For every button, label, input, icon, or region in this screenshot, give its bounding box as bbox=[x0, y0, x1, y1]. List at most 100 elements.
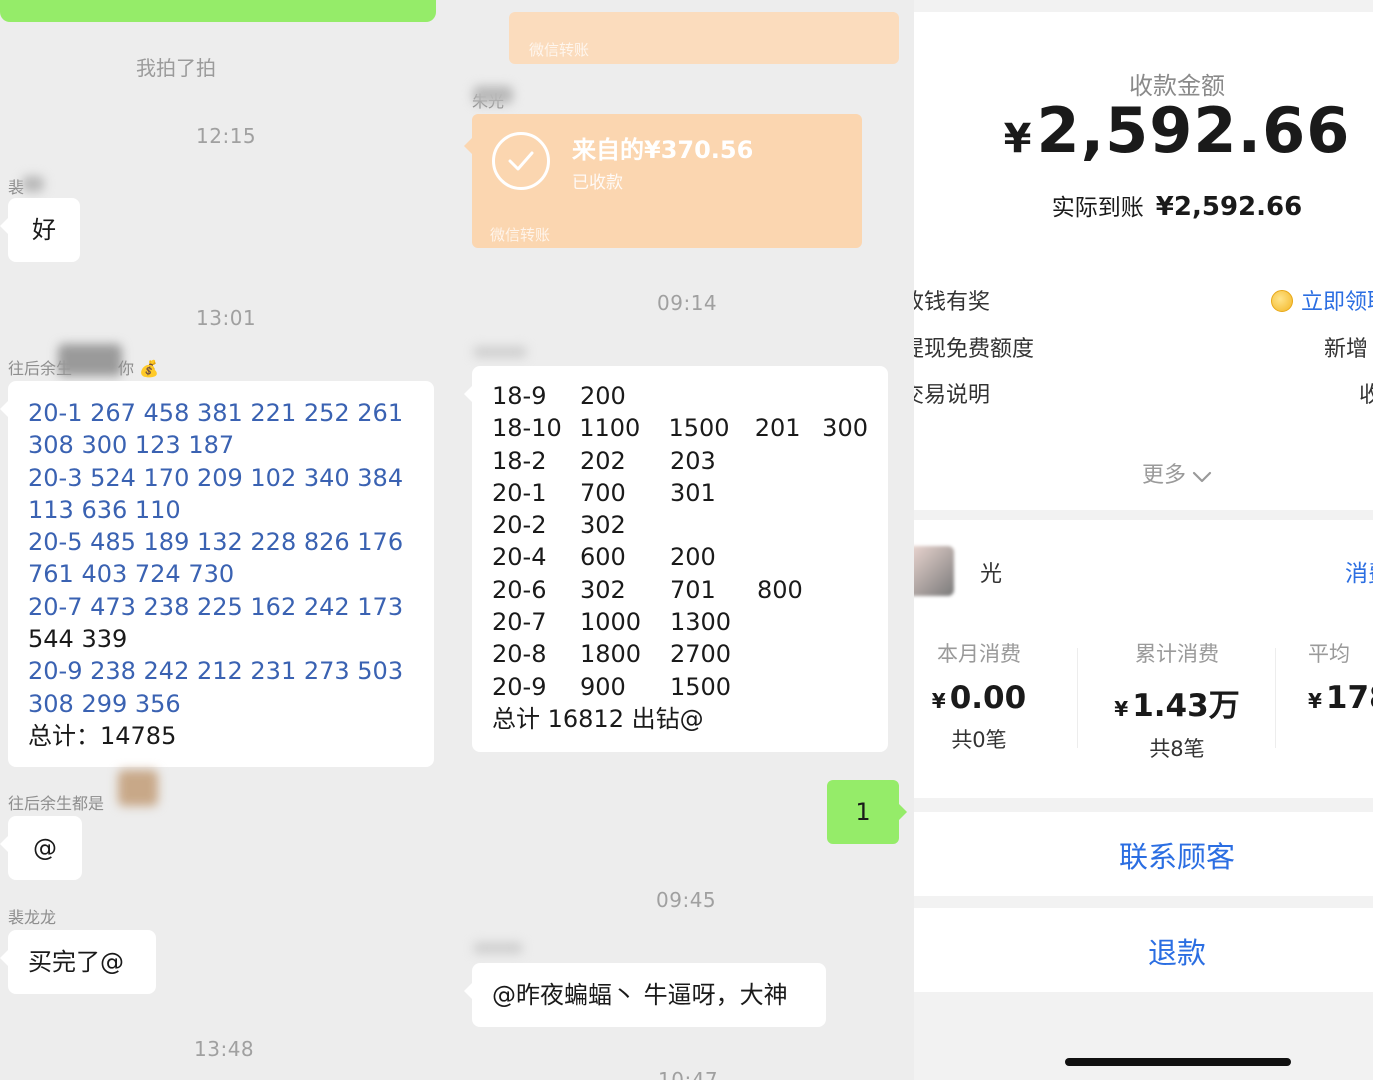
message-bubble[interactable]: @昨夜蝙蝠丶 牛逼呀，大神 bbox=[464, 963, 826, 1027]
list-line: 20-7 473 238 225 162 242 173 bbox=[28, 592, 404, 621]
message-text: 好 bbox=[32, 216, 56, 244]
grid-cell: 701 bbox=[670, 575, 716, 604]
list-line: 761 403 724 730 bbox=[28, 560, 235, 589]
grid-cell: 1300 bbox=[670, 608, 732, 637]
consumption-record-link[interactable]: 消费 bbox=[1345, 554, 1373, 588]
grid-cell: 600 bbox=[580, 543, 626, 572]
arrival-label: 实际到账 bbox=[1051, 195, 1144, 221]
grid-row: 18-9 200 bbox=[492, 380, 868, 412]
grid-row: 20-2 302 bbox=[492, 509, 868, 541]
payment-detail-panel: 收款金额 ¥2,592.66 实际到账¥2,592.66 收钱有奖 立即领取1 … bbox=[914, 0, 1373, 1080]
info-row-reward[interactable]: 收钱有奖 立即领取1 bbox=[914, 284, 1373, 316]
sender-suffix-text: 你 bbox=[118, 359, 135, 378]
message-text: 买完了@ bbox=[28, 948, 124, 976]
timestamp: 09:14 bbox=[657, 291, 718, 315]
grid-row: 20-6 302 701 800 bbox=[492, 574, 868, 606]
grid-cell: 201 bbox=[754, 414, 801, 443]
number-list: 20-1 267 458 381 221 252 261 308 300 123 … bbox=[8, 381, 434, 768]
grid-cell: 18-2 bbox=[492, 446, 547, 475]
stat-value: ¥1.43万 bbox=[1077, 680, 1277, 725]
grid-cell: 300 bbox=[822, 414, 868, 443]
amount-value: 2,592.66 bbox=[1036, 94, 1351, 167]
grid-row: 20-8 1800 2700 bbox=[492, 638, 868, 670]
grid-cell: 202 bbox=[580, 446, 626, 475]
currency-symbol: ¥ bbox=[1003, 116, 1033, 162]
grid-cell: 18-10 bbox=[492, 414, 562, 443]
grid-total: 总计 16812 出钻@ bbox=[492, 704, 704, 733]
left-chat-panel: 我拍了拍 12:15 裴 好 13:01 往后余生 你 💰 20-1 267 4… bbox=[0, 0, 457, 1080]
info-key: 收钱有奖 bbox=[914, 290, 991, 315]
grid-row: 20-4 600 200 bbox=[492, 541, 868, 573]
grid-cell: 1500 bbox=[668, 414, 730, 443]
message-bubble[interactable]: 好 bbox=[0, 198, 80, 262]
number-list-message[interactable]: 20-1 267 458 381 221 252 261 308 300 123 … bbox=[0, 381, 434, 768]
stat-label: 本月消费 bbox=[937, 642, 1021, 666]
home-indicator[interactable] bbox=[1065, 1058, 1291, 1066]
sender-name: 往后余生都是 bbox=[8, 794, 105, 813]
timestamp: 10:47 bbox=[658, 1068, 719, 1080]
more-button[interactable]: 更多 bbox=[914, 457, 1373, 489]
grid-row: 18-2 202 203 bbox=[492, 445, 868, 477]
arrival-value: ¥2,592.66 bbox=[1155, 192, 1303, 222]
message-bubble[interactable]: 买完了@ bbox=[0, 930, 156, 994]
grid-row: 20-7 1000 1300 bbox=[492, 606, 868, 638]
grid-cell: 2700 bbox=[670, 640, 732, 669]
money-bag-icon: 💰 bbox=[139, 359, 160, 378]
grid-cell: 20-8 bbox=[492, 640, 547, 669]
grid-cell: 200 bbox=[580, 382, 626, 410]
grid-cell: 302 bbox=[580, 511, 626, 540]
stat-month: 本月消费 ¥0.00 共0笔 bbox=[914, 638, 1079, 754]
list-line: 544 339 bbox=[28, 625, 128, 654]
list-line: 20-5 485 189 132 228 826 176 bbox=[28, 528, 404, 557]
refund-button[interactable]: 退款 bbox=[914, 908, 1373, 992]
my-message-bubble[interactable]: 1 bbox=[827, 780, 907, 844]
list-line: 308 299 356 bbox=[28, 689, 181, 718]
grid-cell: 200 bbox=[670, 543, 716, 572]
list-line: 总计：14785 bbox=[28, 721, 177, 750]
grid-cell: 1000 bbox=[580, 608, 642, 637]
stat-number: 178 bbox=[1325, 680, 1373, 716]
refund-label: 退款 bbox=[1147, 936, 1206, 970]
contact-customer-button[interactable]: 联系顾客 bbox=[914, 812, 1373, 896]
stat-average: 平均 ¥178 bbox=[1276, 638, 1373, 716]
info-row-quota: 提现免费额度 新增 25 bbox=[914, 331, 1373, 362]
stat-number: 0.00 bbox=[949, 680, 1027, 716]
redacted-name bbox=[473, 346, 527, 358]
sent-message-bubble-edge bbox=[0, 0, 436, 22]
grid-row: 18-10 1100 1500 201 300 bbox=[492, 412, 868, 444]
list-line: 20-1 267 458 381 221 252 261 bbox=[28, 399, 404, 427]
timestamp: 13:01 bbox=[196, 306, 257, 330]
customer-card: 光 消费 本月消费 ¥0.00 共0笔 累计消费 ¥1.43万 共8笔 平均 ¥… bbox=[914, 520, 1373, 798]
grid-cell: 301 bbox=[670, 478, 716, 507]
customer-avatar bbox=[914, 546, 954, 596]
sender-name: 裴龙龙 bbox=[8, 908, 57, 927]
message-bubble[interactable]: @ bbox=[0, 816, 82, 880]
info-value: 立即领取1 bbox=[1301, 290, 1373, 315]
list-line: 20-3 524 170 209 102 340 384 bbox=[28, 463, 404, 492]
grid-cell: 700 bbox=[580, 478, 626, 507]
list-line: 113 636 110 bbox=[28, 495, 181, 524]
grid-cell: 900 bbox=[580, 672, 626, 701]
timestamp: 13:48 bbox=[194, 1037, 255, 1061]
transfer-card-partial[interactable]: 微信转账 bbox=[509, 12, 899, 64]
stat-number: 1.43万 bbox=[1132, 688, 1240, 724]
contact-label: 联系顾客 bbox=[1118, 840, 1235, 874]
stat-value: ¥178 bbox=[1308, 680, 1373, 716]
list-line: 308 300 123 187 bbox=[28, 431, 235, 460]
claim-reward-link[interactable]: 立即领取1 bbox=[1271, 284, 1373, 316]
redacted-name bbox=[58, 344, 122, 376]
grid-cell: 1800 bbox=[580, 640, 642, 669]
customer-name: 光 bbox=[980, 562, 1003, 587]
transfer-status: 已收款 bbox=[572, 173, 623, 193]
info-value: 新增 25 bbox=[1324, 337, 1373, 362]
grid-cell: 20-2 bbox=[492, 511, 547, 540]
wechat-transfer-card[interactable]: 来自的¥370.56 已收款 微信转账 bbox=[464, 114, 862, 248]
order-grid-message[interactable]: 18-9 200 18-10 1100 1500 201 300 18-2 202 203 20-1… bbox=[464, 366, 888, 752]
grid-cell: 20-7 bbox=[492, 608, 547, 637]
grid-row: 20-9 900 1500 bbox=[492, 671, 868, 703]
currency-symbol: ¥ bbox=[1308, 689, 1322, 713]
stat-value: ¥0.00 bbox=[914, 680, 1079, 716]
info-key: 提现免费额度 bbox=[914, 337, 1035, 362]
grid-cell: 18-9 bbox=[492, 382, 547, 410]
redacted-name bbox=[473, 942, 523, 954]
